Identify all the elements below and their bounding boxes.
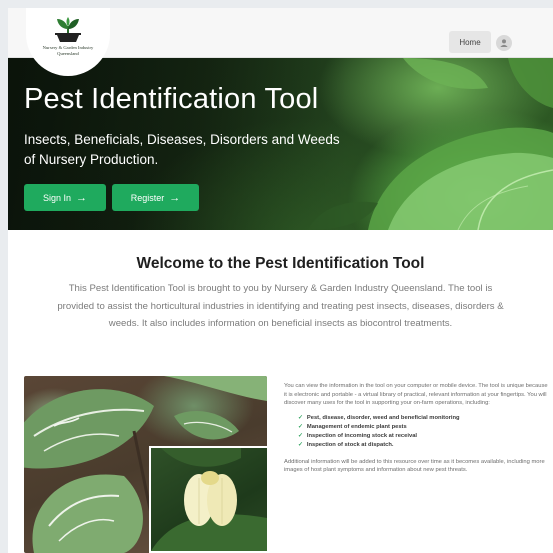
hero-subtitle: Insects, Beneficials, Diseases, Disorder… xyxy=(24,132,340,167)
list-item: ✓ Management of endemic plant pests xyxy=(298,424,407,431)
sign-in-label: Sign In xyxy=(42,192,72,203)
info-intro: You can view the information in the tool… xyxy=(284,383,548,407)
arrow-right-icon: → xyxy=(169,191,181,204)
hero-banner: Pest Identification Tool Insects, Benefi… xyxy=(8,58,553,230)
info-section: You can view the information in the tool… xyxy=(284,382,549,475)
page: Home Nursery & Garden Industry Queenslan… xyxy=(8,8,553,553)
logo-text: Nursery & Garden Industry Queensland xyxy=(42,45,94,56)
hero-title: Pest Identification Tool xyxy=(24,83,319,115)
nav-home-link[interactable]: Home xyxy=(449,31,491,53)
arrow-right-icon: → xyxy=(76,191,88,204)
uses-list: ✓ Pest, disease, disorder, weed and benef… xyxy=(298,414,549,450)
check-icon: ✓ xyxy=(298,432,303,439)
welcome-description: This Pest Identification Tool is brought… xyxy=(57,283,504,330)
check-icon: ✓ xyxy=(298,424,303,431)
list-item: ✓ Inspection of incoming stock at receiva… xyxy=(298,432,418,439)
whitefly-closeup-photo xyxy=(149,446,269,553)
check-icon: ✓ xyxy=(298,441,303,448)
sign-in-button[interactable]: Sign In → xyxy=(24,184,106,211)
welcome-title: Welcome to the Pest Identification Tool xyxy=(136,255,425,272)
info-outro: Additional information will be added to … xyxy=(284,458,545,474)
register-label: Register xyxy=(130,192,165,203)
user-icon[interactable] xyxy=(496,35,512,51)
list-item: ✓ Inspection of stock at dispatch. xyxy=(298,441,394,448)
list-item: ✓ Pest, disease, disorder, weed and benef… xyxy=(298,415,460,422)
check-icon: ✓ xyxy=(298,415,303,422)
plant-logo-icon xyxy=(55,17,81,42)
register-button[interactable]: Register → xyxy=(112,184,199,211)
